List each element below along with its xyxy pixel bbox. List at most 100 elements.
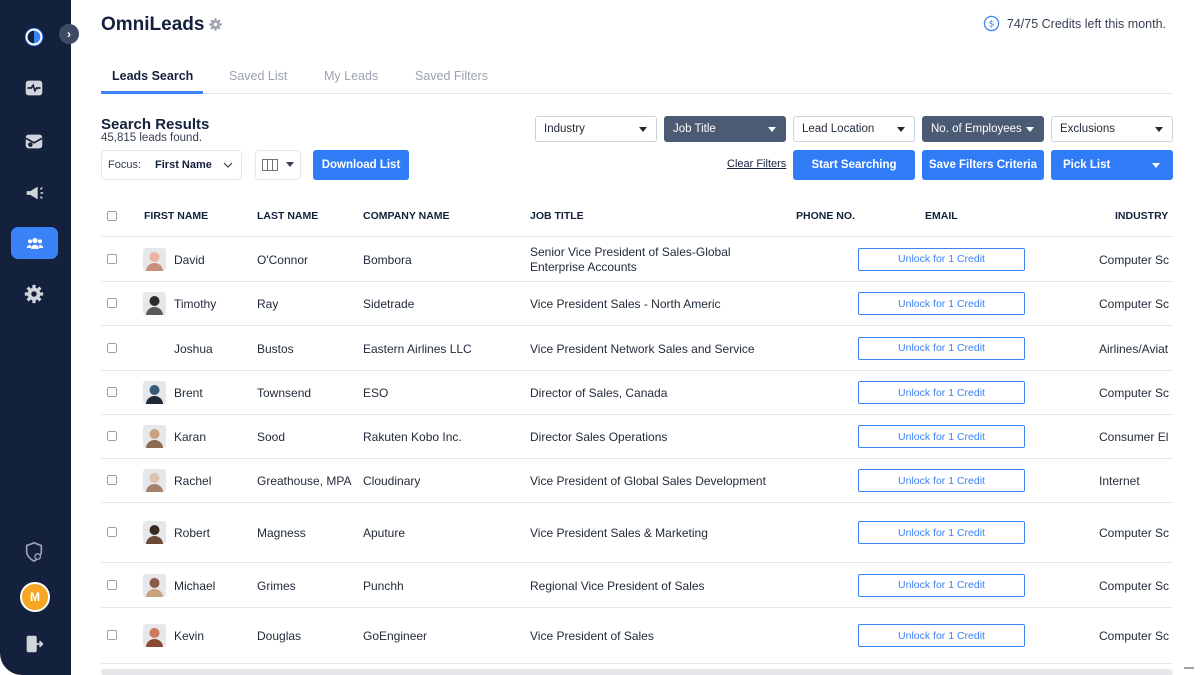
user-avatar[interactable]: M [20,582,50,612]
logout-icon[interactable] [22,632,46,656]
row-checkbox[interactable] [107,387,117,397]
first-name: Brent [174,386,203,400]
row-checkbox[interactable] [107,342,117,353]
dashboard-icon[interactable] [22,76,46,100]
unlock-email-button[interactable]: Unlock for 1 Credit [858,425,1025,448]
exclusions-filter-label: Exclusions [1060,123,1115,135]
lead-location-filter[interactable]: Lead Location [793,116,915,142]
company-name: Bombora [363,252,412,267]
table-row[interactable]: Kevin Douglas GoEngineer Vice President of … [101,608,1173,664]
first-name: Karan [174,430,207,444]
settings-gear-icon[interactable] [22,282,46,306]
job-title: Director of Sales, Canada [530,386,668,400]
row-checkbox[interactable] [107,253,117,264]
table-row[interactable]: Robert Magness Aputure Vice President Sales… [101,503,1173,563]
lead-photo [143,425,166,448]
unlock-email-button[interactable]: Unlock for 1 Credit [858,381,1025,404]
scrollbar-thumb[interactable] [1184,667,1194,669]
sidebar-collapse-toggle[interactable]: › [59,24,79,44]
users-icon [26,237,43,249]
industry: Computer Sc [1099,578,1170,593]
lead-photo [143,247,166,271]
table-row[interactable]: Karan Sood Rakuten Kobo Inc. Director Sales… [101,415,1173,459]
last-name: Townsend [257,386,312,400]
header-industry[interactable]: INDUSTRY [1115,210,1168,222]
job-title: Senior Vice President of Sales-Global En… [530,244,731,274]
company-name: ESO [363,386,389,400]
columns-icon [262,159,278,171]
industry: Computer Sc [1099,252,1170,267]
results-title: Search Results [101,116,210,133]
select-all-checkbox[interactable] [107,211,117,221]
lead-location-filter-label: Lead Location [802,123,875,135]
unlock-email-button[interactable]: Unlock for 1 Credit [858,573,1025,597]
pick-list-label: Pick List [1063,159,1111,171]
last-name: Sood [257,430,286,444]
exclusions-filter[interactable]: Exclusions [1051,116,1173,142]
header-phone[interactable]: PHONE NO. [796,210,855,222]
header-email[interactable]: EMAIL [925,210,958,222]
download-list-button[interactable]: Download List [313,150,409,180]
row-checkbox[interactable] [107,579,117,590]
unlock-email-button[interactable]: Unlock for 1 Credit [858,521,1025,544]
table-row[interactable]: Michael Grimes Punchh Regional Vice Preside… [101,563,1173,608]
pick-list-button[interactable]: Pick List [1051,150,1173,180]
focus-value: First Name [155,159,212,171]
unlock-email-button[interactable]: Unlock for 1 Credit [858,469,1025,492]
table-header-row: FIRST NAME LAST NAME COMPANY NAME JOB TI… [101,196,1173,237]
employees-filter-label: No. of Employees [931,123,1022,135]
tab-saved-filters[interactable]: Saved Filters [415,69,488,83]
company-name: GoEngineer [363,629,428,643]
unlock-email-button[interactable]: Unlock for 1 Credit [858,336,1025,360]
last-name: Grimes [257,578,296,593]
unlock-email-button[interactable]: Unlock for 1 Credit [858,247,1025,271]
columns-toggle[interactable] [255,150,301,180]
logo-icon[interactable] [22,25,46,49]
security-shield-icon[interactable] [22,540,46,564]
row-checkbox[interactable] [107,298,117,308]
megaphone-icon[interactable] [22,181,46,205]
job-title: Vice President Sales & Marketing [530,526,708,540]
industry-filter[interactable]: Industry [535,116,657,142]
header-job-title[interactable]: JOB TITLE [530,210,584,222]
header-first-name[interactable]: FIRST NAME [144,210,208,222]
header-last-name[interactable]: LAST NAME [257,210,318,222]
industry: Computer Sc [1099,386,1170,400]
clear-filters-link[interactable]: Clear Filters [727,158,786,170]
tab-my-leads[interactable]: My Leads [324,69,378,83]
row-checkbox[interactable] [107,431,117,441]
unlock-email-button[interactable]: Unlock for 1 Credit [858,624,1025,647]
first-name: Rachel [174,474,212,488]
credits-indicator: $ 74/75 Credits left this month. [983,15,1166,32]
table-row[interactable]: David O'Connor Bombora Senior Vice Presiden… [101,237,1173,282]
job-title-filter[interactable]: Job Title [664,116,786,142]
tab-leads-search[interactable]: Leads Search [112,69,193,83]
first-name: Timothy [174,297,217,311]
company-name: Aputure [363,526,406,540]
app-settings-gear-icon[interactable] [208,17,223,32]
sidebar: › M [0,0,79,675]
sidebar-item-leads[interactable] [11,227,58,259]
focus-select[interactable]: Focus: First Name [101,150,242,180]
table-row[interactable]: Brent Townsend ESO Director of Sales, Canad… [101,371,1173,415]
header-company-name[interactable]: COMPANY NAME [363,210,450,222]
start-searching-button[interactable]: Start Searching [793,150,915,180]
unlock-email-button[interactable]: Unlock for 1 Credit [858,292,1025,315]
tab-saved-list[interactable]: Saved List [229,69,287,83]
row-checkbox[interactable] [107,475,117,485]
company-name: Punchh [363,578,404,593]
company-name: Sidetrade [363,297,415,311]
table-row[interactable]: Joshua Bustos Eastern Airlines LLC Vice Pre… [101,326,1173,371]
row-checkbox[interactable] [107,630,117,640]
save-filters-criteria-button[interactable]: Save Filters Criteria [922,150,1044,180]
table-row[interactable]: Rachel Greathouse, MPA Cloudinary Vice Pres… [101,459,1173,503]
campaigns-icon[interactable] [22,129,46,153]
first-name: Michael [174,578,216,593]
row-checkbox[interactable] [107,527,117,537]
horizontal-scrollbar[interactable] [101,669,1173,675]
person-photo-icon [143,381,166,404]
table-row[interactable]: Timothy Ray Sidetrade Vice President Sales … [101,282,1173,326]
industry: Computer Sc [1099,526,1170,540]
employees-filter[interactable]: No. of Employees [922,116,1044,142]
svg-text:$: $ [988,19,994,30]
